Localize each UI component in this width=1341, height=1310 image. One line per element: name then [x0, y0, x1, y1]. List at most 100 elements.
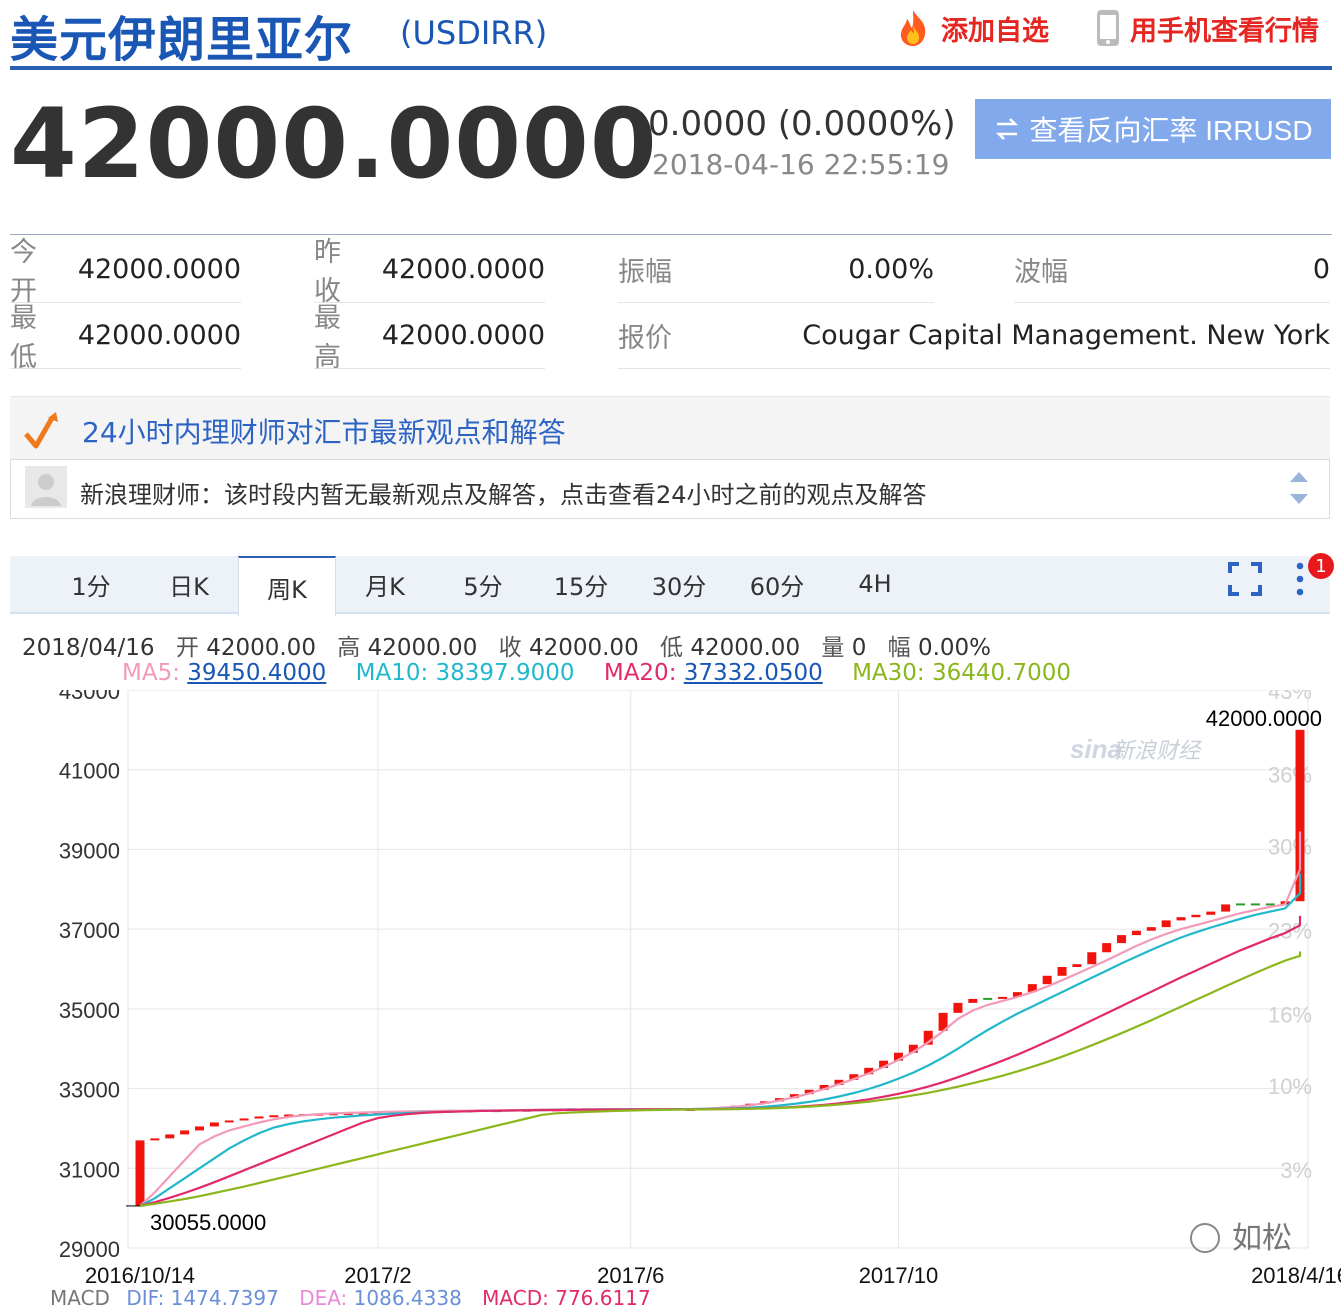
bar-pct-label: 幅 [887, 635, 911, 661]
bar-pct: 0.00% [917, 635, 992, 661]
candle[interactable] [165, 1134, 175, 1139]
advisor-message: 新浪理财师：该时段内暂无最新观点及解答，点击查看24小时之前的观点及解答 [80, 481, 927, 509]
stat-value: 0 [1312, 253, 1330, 285]
plot-frame [127, 690, 1309, 1249]
candle[interactable] [1206, 911, 1216, 915]
stat-wave: 波幅 0 [1014, 236, 1330, 303]
candle[interactable] [150, 1138, 160, 1141]
candle[interactable] [968, 998, 978, 1003]
x-tick-label: 2016/10/14 [85, 1263, 195, 1288]
ma-legend: MA5: 39450.4000 MA10: 38397.9000 MA20: 3… [122, 660, 1093, 686]
ma10-value: 38397.9000 [435, 660, 575, 686]
candle[interactable] [209, 1122, 219, 1127]
bar-info: 2018/04/16 开 42000.00 高 42000.00 收 42000… [22, 628, 991, 662]
tab-4[interactable]: 月K [336, 556, 434, 612]
candle[interactable] [239, 1118, 249, 1121]
corner-brand-text: 如松 [1232, 1222, 1292, 1255]
stat-quoter: 报价 Cougar Capital Management. New York [618, 302, 1330, 369]
currency-code: (USDIRR) [400, 14, 548, 52]
tab-9[interactable]: 4H [826, 556, 924, 612]
add-watchlist-link[interactable]: 添加自选 [893, 8, 1049, 48]
candle[interactable] [1131, 930, 1141, 936]
x-tick-label: 2017/2 [344, 1263, 411, 1288]
reverse-rate-button[interactable]: 查看反向汇率 IRRUSD [975, 99, 1331, 159]
candle[interactable] [1146, 927, 1156, 931]
bar-open: 42000.00 [206, 635, 316, 661]
bar-low-label: 低 [660, 635, 684, 661]
stat-high: 最高 42000.0000 [314, 302, 545, 373]
bar-date: 2018/04/16 [22, 635, 155, 661]
header-divider [10, 66, 1332, 70]
mobile-quote-link[interactable]: 用手机查看行情 [1094, 8, 1319, 48]
bar-high: 42000.00 [367, 635, 478, 661]
tab-5[interactable]: 5分 [434, 556, 532, 612]
y-tick-label: 29000 [59, 1237, 120, 1262]
stat-value: 42000.0000 [381, 253, 545, 285]
candle[interactable] [224, 1120, 234, 1123]
candle[interactable] [1221, 904, 1231, 912]
mobile-quote-label: 用手机查看行情 [1130, 15, 1319, 47]
candle[interactable] [135, 1140, 145, 1206]
current-price: 42000.0000 [10, 88, 658, 200]
candle[interactable] [1250, 903, 1260, 906]
swap-arrows-icon [996, 118, 1019, 140]
pct-tick-label: 36% [1268, 763, 1312, 788]
x-tick-label: 2017/6 [597, 1263, 664, 1288]
stat-label: 最高 [314, 303, 341, 373]
candle[interactable] [1265, 903, 1275, 906]
candle[interactable] [1236, 903, 1246, 906]
x-tick-label: 2018/4/16 [1251, 1263, 1341, 1288]
x-tick-label: 2017/10 [859, 1263, 939, 1288]
stat-amplitude: 振幅 0.00% [618, 236, 934, 303]
more-menu-icon[interactable] [1292, 560, 1308, 598]
section-divider [10, 234, 1332, 235]
scroll-arrows-icon[interactable] [1286, 466, 1312, 510]
candle[interactable] [1102, 943, 1112, 953]
tab-2[interactable]: 日K [140, 556, 238, 612]
ma-line-ma10 [139, 873, 1302, 1207]
candle[interactable] [1191, 914, 1201, 918]
candle[interactable] [254, 1116, 264, 1119]
tab-1[interactable]: 1分 [42, 556, 140, 612]
stat-label: 波幅 [1014, 256, 1068, 288]
candle[interactable] [998, 996, 1008, 999]
macd-label: MACD: [482, 1286, 549, 1310]
candle[interactable] [1072, 964, 1082, 968]
tab-8[interactable]: 60分 [728, 556, 826, 612]
stat-value: 42000.0000 [77, 253, 241, 285]
candle[interactable] [180, 1130, 190, 1135]
macd-legend: MACD DIF: 1474.7397 DEA: 1086.4338 MACD:… [50, 1286, 651, 1310]
ma30-label: MA30: [852, 660, 925, 686]
macd-value: 776.6117 [555, 1286, 651, 1310]
dea-label: DEA: [299, 1286, 348, 1310]
candle[interactable] [1042, 975, 1052, 985]
candle[interactable] [194, 1126, 204, 1131]
candle[interactable] [1057, 967, 1067, 976]
tab-7[interactable]: 30分 [630, 556, 728, 612]
candle[interactable] [983, 997, 993, 1000]
bar-low: 42000.00 [690, 635, 801, 661]
advisor-heading-link[interactable]: 24小时内理财师对汇市最新观点和解答 [82, 411, 566, 451]
ma20-value: 37332.0500 [683, 660, 823, 686]
candlestick-chart[interactable]: 29000 31000 33000 35000 37000 39000 41000 43000… [0, 690, 1341, 1290]
pct-tick-label: 16% [1268, 1002, 1312, 1027]
candle[interactable] [269, 1115, 279, 1118]
y-tick-label: 39000 [59, 838, 120, 863]
pct-tick-label: 43% [1268, 690, 1312, 704]
candle[interactable] [1087, 952, 1097, 965]
pct-tick-label: 10% [1268, 1074, 1312, 1099]
stat-value: 42000.0000 [381, 319, 545, 351]
ma20-label: MA20: [603, 660, 677, 686]
candle[interactable] [1117, 935, 1127, 944]
candle[interactable] [1176, 917, 1186, 921]
quote-timestamp: 2018-04-16 22:55:19 [652, 148, 950, 181]
stat-label: 报价 [618, 322, 672, 354]
bar-close: 42000.00 [528, 635, 639, 661]
tab-6[interactable]: 15分 [532, 556, 630, 612]
fullscreen-icon[interactable] [1228, 562, 1262, 596]
stat-low: 最低 42000.0000 [10, 302, 241, 373]
tab-3[interactable]: 周K [238, 556, 336, 616]
reverse-rate-label: 查看反向汇率 IRRUSD [1029, 115, 1313, 146]
candle[interactable] [953, 1002, 963, 1013]
candle[interactable] [1161, 920, 1171, 928]
